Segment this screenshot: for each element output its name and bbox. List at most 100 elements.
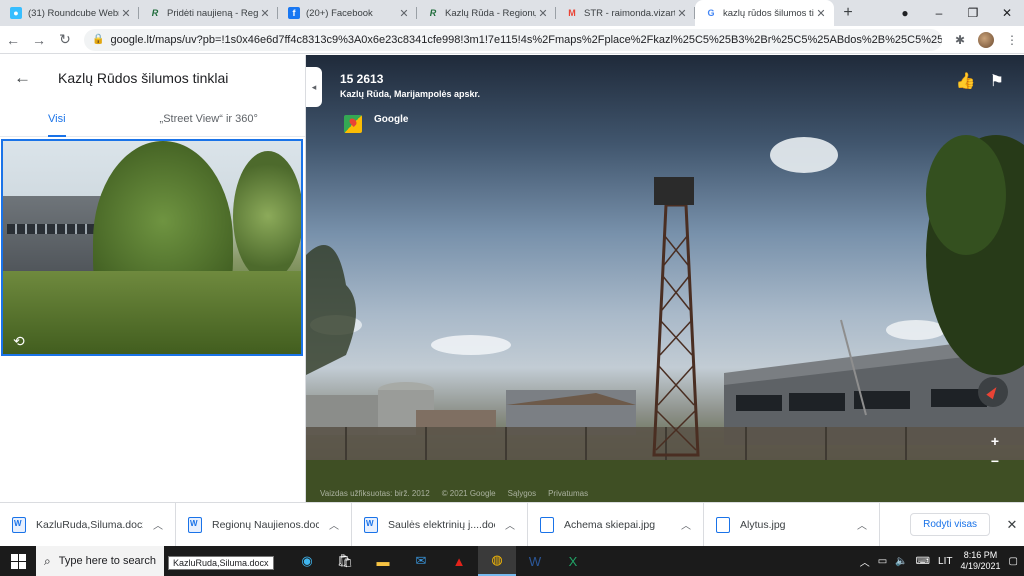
compass-needle-icon [986,384,1000,400]
tab-close-icon[interactable]: ✕ [675,7,689,20]
tray-overflow-icon[interactable]: ︿ [860,554,870,569]
forward-button[interactable]: → [26,32,52,48]
chevron-up-icon[interactable]: ︿ [505,517,515,532]
download-item[interactable]: KazluRuda,Siluma.docx ︿ [0,502,176,547]
google-maps-link[interactable]: Google [344,105,408,133]
browser-tab[interactable]: M STR - raimonda.vizarta ✕ [556,0,695,26]
compass-button[interactable] [978,377,1008,407]
language-indicator[interactable]: LIT [938,556,952,567]
tab-close-icon[interactable]: ✕ [814,7,828,20]
browser-tab[interactable]: R Pridėti naujieną - Regio ✕ [139,0,278,26]
chevron-up-icon[interactable]: ︿ [681,517,691,532]
download-item[interactable]: Achema skiepai.jpg ︿ [528,502,704,547]
back-button[interactable]: ← [0,32,26,48]
tab-close-icon[interactable]: ✕ [258,7,272,20]
network-icon[interactable]: ▭ [878,556,887,567]
word-file-icon [364,516,378,533]
browser-toolbar: ← → ↻ 🔒 google.lt/maps/uv?pb=!1s0x46e6d7… [0,26,1024,54]
tab-title: (31) Roundcube Webm [28,7,119,19]
search-placeholder: Type here to search [58,555,156,567]
footer-item[interactable]: Privatumas [548,489,588,498]
notifications-icon[interactable]: ▢ [1009,556,1018,567]
volume-icon[interactable]: 🔈 [895,556,907,567]
tab-title: kazlų rūdos šilumos tin [723,7,814,19]
gmail-icon: M [568,8,576,18]
start-button[interactable] [0,546,36,576]
download-item[interactable]: Alytus.jpg ︿ [704,502,880,547]
download-item[interactable]: Regionų Naujienos.docx ︿ [176,502,352,547]
street-view-thumbnail[interactable]: ⟲ [1,139,303,356]
avatar[interactable] [978,31,994,48]
browser-tab[interactable]: f (20+) Facebook ✕ [278,0,417,26]
tab-title: STR - raimonda.vizarta [584,7,675,19]
footer-item[interactable]: Sąlygos [508,489,536,498]
download-item[interactable]: Saulės elektrinių j....docx ︿ [352,502,528,547]
reload-button[interactable]: ↻ [52,31,78,48]
window-controls: ● – ❐ ✕ [888,0,1024,26]
profile-menu-icon[interactable]: ● [888,6,922,20]
place-photos-panel: ← Kazlų Rūdos šilumos tinklai Visi „Stre… [0,55,306,502]
taskbar-search[interactable]: ⌕ Type here to search [36,546,164,576]
clock-time: 8:16 PM [963,550,998,560]
collapse-panel-button[interactable]: ◂ [306,67,322,107]
street-view-footer: Vaizdas užfiksuotas: birž. 2012 © 2021 Go… [320,489,588,498]
panorama-360-icon: ⟲ [13,333,25,349]
image-file-icon [540,516,554,533]
zoom-in-button[interactable]: + [982,431,1008,451]
regionu-r-icon: R [151,8,159,18]
download-filename: Regionų Naujienos.docx [212,518,319,531]
extensions-icon[interactable]: ✱ [948,33,972,47]
download-filename: KazluRuda,Siluma.docx [36,518,143,531]
footer-item[interactable]: © 2021 Google [442,489,496,498]
show-all-downloads-button[interactable]: Rodyti visas [910,513,990,536]
google-maps-icon [344,115,362,133]
word-file-icon [188,516,202,533]
clock[interactable]: 8:16 PM 4/19/2021 [961,550,1001,572]
lock-icon: 🔒 [92,34,105,45]
panorama-scene [306,135,1024,502]
file-explorer-icon[interactable]: ▬ [364,546,402,576]
tab-close-icon[interactable]: ✕ [397,7,411,20]
browser-tab[interactable]: ● (31) Roundcube Webm ✕ [0,0,139,26]
street-view-panorama[interactable]: ◂ 15 2613 Kazlų Rūda, Marijampolės apskr… [306,55,1024,502]
system-tray: ︿ ▭ 🔈 ⌨ LIT 8:16 PM 4/19/2021 ▢ [860,550,1024,572]
menu-kebab-icon[interactable]: ⋮ [1000,33,1024,47]
google-icon: G [707,8,715,18]
chevron-up-icon[interactable]: ︿ [329,517,339,532]
acrobat-icon[interactable]: ▲ [440,546,478,576]
restore-button[interactable]: ❐ [956,6,990,20]
download-filename: Achema skiepai.jpg [564,518,656,531]
tab-all[interactable]: Visi [48,101,66,137]
clock-date: 4/19/2021 [960,561,1001,571]
mail-icon[interactable]: ✉ [402,546,440,576]
store-icon[interactable]: 🛍 [326,546,364,576]
report-flag-icon[interactable]: ⚑ [990,71,1004,91]
excel-icon[interactable]: X [554,546,592,576]
facebook-icon: f [288,7,300,19]
tab-title: Kazlų Rūda - Regionų [445,7,536,19]
tab-close-icon[interactable]: ✕ [536,7,550,20]
new-tab-button[interactable]: + [834,0,862,26]
edge-icon[interactable]: ◉ [288,546,326,576]
page-title: Kazlų Rūdos šilumos tinklai [58,70,229,86]
chevron-up-icon[interactable]: ︿ [857,517,867,532]
tab-street-view[interactable]: „Street View“ ir 360° [160,101,258,137]
minimize-button[interactable]: – [922,6,956,20]
tab-title: (20+) Facebook [306,7,373,19]
zoom-controls: + − [982,431,1008,471]
address-bar[interactable]: 🔒 google.lt/maps/uv?pb=!1s0x46e6d7ff4c83… [84,28,942,51]
back-arrow-icon[interactable]: ← [14,68,58,88]
chrome-icon[interactable]: ◍ [478,546,516,576]
search-icon: ⌕ [44,553,51,568]
browser-tab[interactable]: R Kazlų Rūda - Regionų ✕ [417,0,556,26]
browser-tab[interactable]: Gkazlų rūdos šilumos tin ✕ [695,0,834,26]
zoom-out-button[interactable]: − [982,451,1008,471]
chevron-up-icon[interactable]: ︿ [153,517,163,532]
close-downloads-bar-icon[interactable]: ✕ [1000,517,1024,533]
word-icon[interactable]: W [516,546,554,576]
thumbs-up-icon[interactable]: 👍 [956,71,976,91]
close-window-button[interactable]: ✕ [990,6,1024,20]
street-view-address: 15 2613 Kazlų Rūda, Marijampolės apskr. [340,72,480,99]
tab-close-icon[interactable]: ✕ [119,7,133,20]
keyboard-icon[interactable]: ⌨ [916,556,930,567]
